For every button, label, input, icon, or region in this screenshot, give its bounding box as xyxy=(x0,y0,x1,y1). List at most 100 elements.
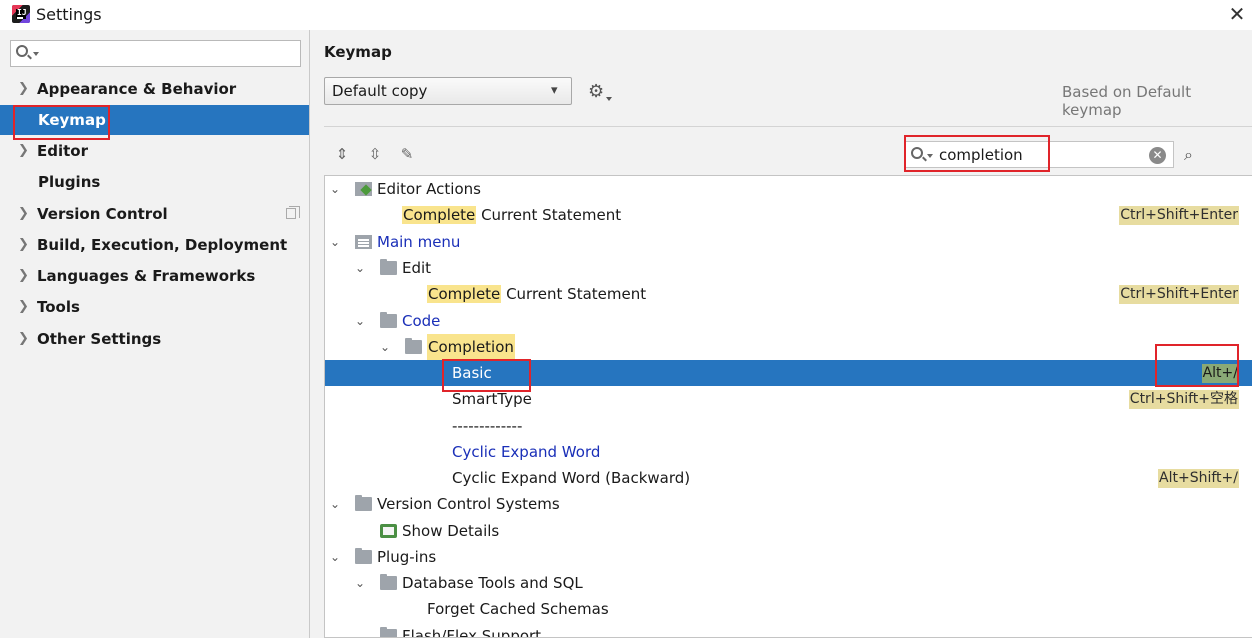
match-highlight: Complete xyxy=(402,206,477,224)
chevron-down-icon[interactable]: ⌄ xyxy=(330,544,342,570)
tree-node-label: Main menu xyxy=(377,233,461,251)
keymap-action-tree: ⌄ Editor Actions Complete Current Statem… xyxy=(324,175,1252,638)
tree-node-label: Code xyxy=(402,312,441,330)
settings-sidebar: ❯ Appearance & Behavior Keymap ❯ Editor … xyxy=(0,30,310,638)
tree-node-label: Database Tools and SQL xyxy=(402,574,583,592)
match-highlight: Complete xyxy=(427,285,502,303)
chevron-right-icon[interactable]: ❯ xyxy=(18,136,29,166)
sidebar-item-editor[interactable]: ❯ Editor xyxy=(0,136,310,166)
editor-actions-icon xyxy=(355,182,372,196)
chevron-right-icon[interactable]: ❯ xyxy=(18,199,29,229)
folder-icon xyxy=(380,259,397,275)
chevron-down-icon[interactable]: ⌄ xyxy=(355,308,367,334)
tree-node-label: Editor Actions xyxy=(377,180,481,198)
expand-all-icon[interactable]: ⇕ xyxy=(332,144,352,164)
chevron-right-icon[interactable]: ❯ xyxy=(18,74,29,104)
tree-node-label: Current Statement xyxy=(476,206,622,224)
annotation-box xyxy=(904,135,1050,172)
tree-row[interactable]: Forget Cached Schemas xyxy=(325,596,1252,622)
edit-pencil-icon[interactable]: ✎ xyxy=(397,144,417,164)
close-icon[interactable]: ✕ xyxy=(1226,3,1248,25)
tree-node-label: Cyclic Expand Word xyxy=(452,443,601,461)
clear-search-icon[interactable]: ✕ xyxy=(1149,147,1166,164)
intellij-app-icon: IJ xyxy=(12,5,30,23)
title-bar: IJ Settings ✕ xyxy=(0,0,1252,30)
chevron-right-icon[interactable]: ❯ xyxy=(18,261,29,291)
chevron-down-icon[interactable]: ⌄ xyxy=(330,229,342,255)
sidebar-item-label: Other Settings xyxy=(37,330,162,348)
tree-row[interactable]: ⌄ Code xyxy=(325,308,1252,334)
keymap-panel: Keymap Default copy ▾ ⚙ Based on Default… xyxy=(311,30,1252,638)
sidebar-item-label: Languages & Frameworks xyxy=(37,267,256,285)
folder-icon xyxy=(380,574,397,590)
annotation-box xyxy=(1155,344,1239,387)
tree-row[interactable]: Cyclic Expand Word (Backward) Alt+Shift+… xyxy=(325,465,1252,491)
tree-row[interactable]: ⌄ Database Tools and SQL xyxy=(325,570,1252,596)
chevron-right-icon[interactable]: ❯ xyxy=(18,324,29,354)
tree-row[interactable]: Show Details xyxy=(325,518,1252,544)
chevron-down-icon[interactable]: ⌄ xyxy=(330,176,342,202)
search-icon xyxy=(16,45,28,57)
shortcut-badge: Alt+Shift+/ xyxy=(1158,469,1239,488)
sidebar-item-version-control[interactable]: ❯ Version Control xyxy=(0,199,310,229)
tree-node-label: Version Control Systems xyxy=(377,495,560,513)
gear-dropdown-icon xyxy=(606,97,612,101)
sidebar-item-other-settings[interactable]: ❯ Other Settings xyxy=(0,324,310,354)
sidebar-item-plugins[interactable]: Plugins xyxy=(0,167,310,197)
sidebar-item-appearance[interactable]: ❯ Appearance & Behavior xyxy=(0,74,310,104)
show-details-icon xyxy=(380,524,397,538)
folder-icon xyxy=(355,548,372,564)
chevron-down-icon[interactable]: ⌄ xyxy=(355,570,367,596)
tree-row[interactable]: ⌄ Edit xyxy=(325,255,1252,281)
keymap-scheme-select[interactable]: Default copy ▾ xyxy=(324,77,572,105)
chevron-right-icon[interactable]: ❯ xyxy=(18,230,29,260)
tree-node-label: Flash/Flex Support xyxy=(402,627,542,638)
search-dropdown-icon[interactable] xyxy=(33,52,39,56)
main-menu-icon xyxy=(355,235,372,249)
tree-node-label: Completion xyxy=(427,334,515,360)
chevron-down-icon[interactable]: ⌄ xyxy=(355,255,367,281)
tree-separator: ------------- xyxy=(452,417,523,435)
tree-row[interactable]: Cyclic Expand Word xyxy=(325,439,1252,465)
page-title: Keymap xyxy=(324,43,392,61)
sidebar-item-languages[interactable]: ❯ Languages & Frameworks xyxy=(0,261,310,291)
shortcut-badge: Ctrl+Shift+空格 xyxy=(1128,390,1239,409)
chevron-down-icon[interactable]: ⌄ xyxy=(330,491,342,517)
tree-row[interactable]: ⌄ Flash/Flex Support xyxy=(325,623,1252,638)
chevron-down-icon: ▾ xyxy=(551,83,558,98)
chevron-down-icon[interactable]: ⌄ xyxy=(380,334,392,360)
chevron-right-icon[interactable]: ❯ xyxy=(18,292,29,322)
tree-node-label: Edit xyxy=(402,259,432,277)
sidebar-item-build[interactable]: ❯ Build, Execution, Deployment xyxy=(0,230,310,260)
tree-row[interactable]: ⌄ Plug-ins xyxy=(325,544,1252,570)
find-by-shortcut-icon[interactable]: ⌕ xyxy=(1184,145,1204,165)
folder-icon xyxy=(380,312,397,328)
sidebar-item-label: Plugins xyxy=(38,173,101,191)
sidebar-item-label: Build, Execution, Deployment xyxy=(37,236,288,254)
shortcut-badge: Ctrl+Shift+Enter xyxy=(1119,206,1239,225)
tree-node-label: Cyclic Expand Word (Backward) xyxy=(452,469,691,487)
shortcut-badge: Ctrl+Shift+Enter xyxy=(1119,285,1239,304)
gear-icon[interactable]: ⚙ xyxy=(588,82,608,102)
tree-row[interactable]: ⌄ Completion xyxy=(325,334,1252,360)
collapse-all-icon[interactable]: ⇳ xyxy=(365,144,385,164)
tree-row[interactable]: ⌄ Editor Actions xyxy=(325,176,1252,202)
tree-node-label: Current Statement xyxy=(501,285,647,303)
sidebar-item-label: Appearance & Behavior xyxy=(37,80,237,98)
sidebar-item-label: Version Control xyxy=(37,205,168,223)
tree-row[interactable]: ⌄ Version Control Systems xyxy=(325,491,1252,517)
tree-node-label: Show Details xyxy=(402,522,500,540)
folder-icon xyxy=(405,338,422,354)
tree-row: ------------- xyxy=(325,413,1252,439)
window-title: Settings xyxy=(36,5,102,24)
sidebar-search-input[interactable] xyxy=(10,40,301,67)
sidebar-item-label: Editor xyxy=(37,142,88,160)
tree-row[interactable]: ⌄ Main menu xyxy=(325,229,1252,255)
tree-row[interactable]: Complete Current Statement Ctrl+Shift+En… xyxy=(325,281,1252,307)
folder-icon xyxy=(380,627,397,637)
tree-row[interactable]: Complete Current Statement Ctrl+Shift+En… xyxy=(325,202,1252,228)
chevron-down-icon[interactable]: ⌄ xyxy=(355,623,367,637)
based-on-label: Based on Default keymap xyxy=(1062,83,1192,119)
sidebar-item-tools[interactable]: ❯ Tools xyxy=(0,292,310,322)
divider xyxy=(324,126,1252,127)
